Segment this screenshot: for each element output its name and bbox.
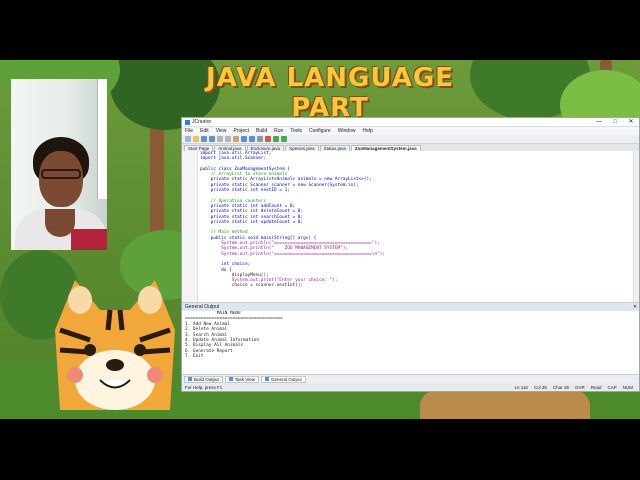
status-indicator: NUM	[622, 384, 633, 390]
debug-icon[interactable]	[281, 136, 287, 142]
status-indicator: Char 35	[552, 384, 569, 390]
general-output[interactable]: MAIN MENU ===============================…	[182, 311, 639, 375]
editor-scrollbar[interactable]	[633, 151, 639, 302]
status-bar: For Help, press F1 Ln 116 Col 35 Char 35 OV…	[182, 383, 639, 391]
close-icon[interactable]: ✕	[623, 118, 639, 127]
status-indicator: CAP	[607, 384, 617, 390]
panel-close-icon[interactable]: ✕	[631, 303, 639, 311]
menu-view[interactable]: View	[216, 128, 227, 134]
save-all-icon[interactable]	[209, 136, 215, 142]
editor-tabs: Start Page Animal.java Enclosure.java Sp…	[182, 144, 639, 151]
jcreator-icon	[185, 119, 190, 125]
save-icon[interactable]	[201, 136, 207, 142]
output-tabs: Build Output Task View General Output	[182, 375, 639, 383]
tab-build-output[interactable]: Build Output	[184, 375, 223, 383]
tab-general-output[interactable]: General Output	[260, 375, 306, 383]
output-panel-title: General Output	[185, 304, 220, 310]
find-icon[interactable]	[257, 136, 263, 142]
redo-icon[interactable]	[249, 136, 255, 142]
menu-tools[interactable]: Tools	[290, 128, 302, 134]
menu-help[interactable]: Help	[362, 128, 372, 134]
status-help-text: For Help, press F1	[185, 384, 223, 390]
toolbar	[182, 135, 639, 144]
tiger-illustration	[55, 280, 175, 410]
menu-bar: File Edit View Project Build Run Tools C…	[182, 127, 639, 135]
paste-icon[interactable]	[233, 136, 239, 142]
run-icon[interactable]	[273, 136, 279, 142]
status-indicator: Col 35	[533, 384, 547, 390]
build-output-icon	[188, 377, 192, 381]
menu-run[interactable]: Run	[274, 128, 283, 134]
window-title: JCreator	[192, 119, 212, 125]
maximize-icon[interactable]: □	[607, 118, 623, 127]
status-indicator: OVR	[574, 384, 585, 390]
new-file-icon[interactable]	[185, 136, 191, 142]
webcam-overlay	[11, 79, 107, 250]
code-text[interactable]: import java.util.ArrayList; import java.u…	[198, 151, 633, 302]
compile-icon[interactable]	[265, 136, 271, 142]
code-line: choice = scanner.nextInt();	[200, 283, 304, 289]
copy-icon[interactable]	[225, 136, 231, 142]
line-number-gutter	[182, 151, 198, 302]
menu-project[interactable]: Project	[233, 128, 249, 134]
minimize-icon[interactable]: —	[591, 118, 607, 127]
status-indicator: Read	[590, 384, 602, 390]
task-view-icon	[228, 377, 233, 381]
undo-icon[interactable]	[241, 136, 247, 142]
menu-edit[interactable]: Edit	[200, 128, 209, 134]
output-line: 7. Exit	[185, 354, 204, 360]
status-indicators: Ln 116 Col 35 Char 35 OVR Read CAP NUM	[514, 385, 639, 390]
tab-task-view[interactable]: Task View	[224, 375, 259, 383]
status-indicator: Ln 116	[514, 384, 528, 390]
code-editor[interactable]: import java.util.ArrayList; import java.u…	[182, 151, 639, 303]
output-panel-header: General Output ✕	[182, 303, 639, 311]
menu-file[interactable]: File	[185, 128, 193, 134]
menu-configure[interactable]: Configure	[309, 128, 331, 134]
video-title: JAVA LANGUAGE PART	[206, 63, 454, 123]
cut-icon[interactable]	[217, 136, 223, 142]
ide-titlebar: JCreator — □ ✕	[182, 118, 639, 127]
ide-window: JCreator — □ ✕ File Edit View Project Bu…	[181, 117, 640, 392]
menu-window[interactable]: Window	[338, 128, 356, 134]
open-folder-icon[interactable]	[193, 136, 199, 142]
general-output-icon	[264, 377, 269, 381]
video-frame: JAVA LANGUAGE PART JCreator — □ ✕ File E…	[0, 60, 640, 419]
menu-build[interactable]: Build	[256, 128, 267, 134]
